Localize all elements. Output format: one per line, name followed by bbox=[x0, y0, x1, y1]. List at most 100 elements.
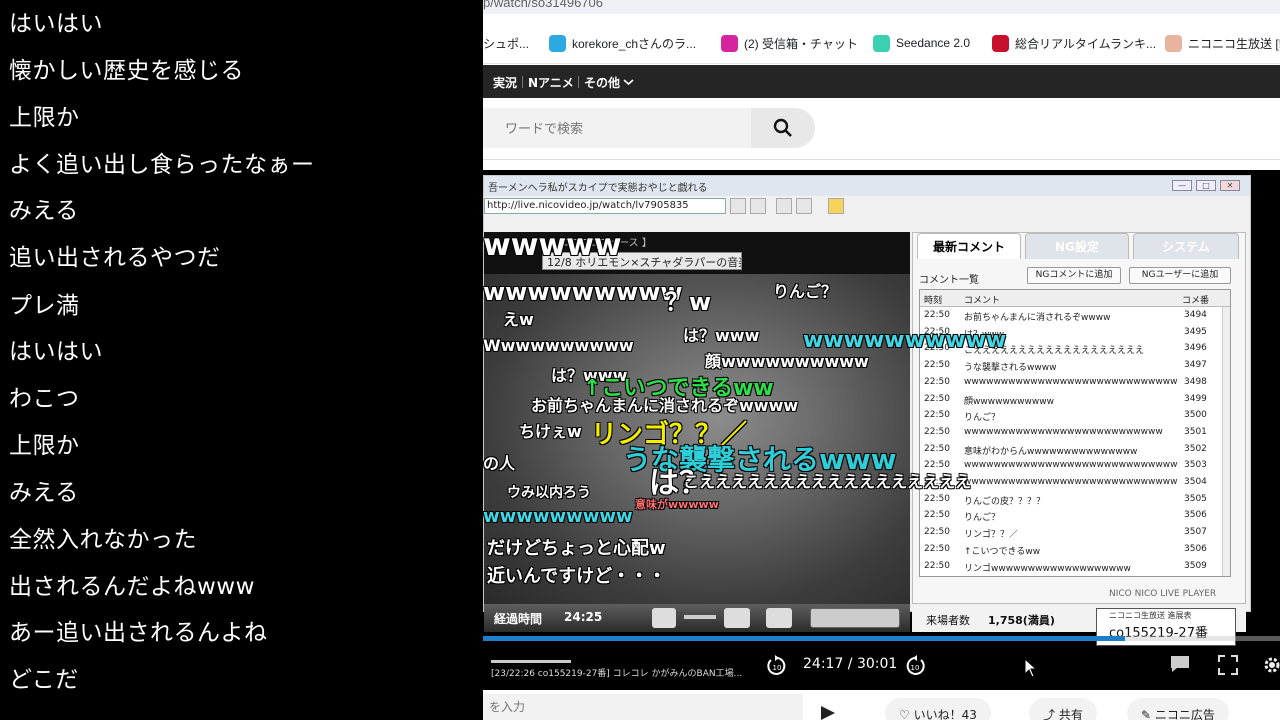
cell-comment: wwwwwwwwwwwwwwwwwwwwwwwwwwwwwwwwww bbox=[964, 376, 1178, 387]
chevron-down-icon[interactable] bbox=[623, 77, 634, 87]
danmaku-comment: 意味がwwwww bbox=[635, 498, 719, 511]
comment-icon[interactable] bbox=[1169, 654, 1191, 674]
address-bar[interactable]: p/watch/so31496706 bbox=[483, 0, 1280, 14]
nav-item-jikkyo[interactable]: 実況 bbox=[493, 74, 517, 91]
cell-num: 3502 bbox=[1184, 443, 1207, 454]
nico-control-bar: 経過時間 24:25 bbox=[484, 604, 910, 632]
danmaku-comment: wwwwwwwww bbox=[483, 278, 683, 306]
svg-text:10: 10 bbox=[911, 664, 920, 672]
ng-user-button: NGユーザーに追加 bbox=[1129, 267, 1231, 284]
danmaku-comment: ？w bbox=[665, 288, 712, 316]
share-label: 共有 bbox=[1058, 708, 1083, 720]
share-icon: ⤴ bbox=[1043, 708, 1056, 720]
danmaku-comment: ウみ以内ろう bbox=[507, 485, 591, 501]
cell-num: 3494 bbox=[1184, 310, 1207, 320]
bottom-bar: ♡ いいね！43 ⤴ 共有 ✎ ニコニ広告 bbox=[483, 690, 1280, 720]
stream-comment: 追い出されるやつだ bbox=[9, 245, 221, 271]
danmaku-comment: だけどちょっと心配w bbox=[487, 538, 666, 559]
cell-comment: リンゴ？？／ bbox=[964, 530, 1019, 541]
browser-window: p/watch/so31496706 シュポ... korekore_chさんのラ… bbox=[483, 0, 1280, 720]
minimize-icon: — bbox=[1172, 180, 1192, 191]
rewind-10-icon[interactable]: 10 bbox=[765, 654, 789, 678]
fullscreen-icon[interactable] bbox=[1217, 654, 1239, 676]
forward-10-icon[interactable]: 10 bbox=[903, 654, 927, 678]
cell-num: 3495 bbox=[1184, 326, 1207, 337]
cell-num: 3505 bbox=[1184, 493, 1207, 504]
table-row: 22:50 お前ちゃんまんに消されるぞwwww 3494 bbox=[920, 308, 1230, 324]
ranking-icon bbox=[992, 34, 1009, 52]
cell-comment: リンゴwwwwwwwwwwwwwwwwwww bbox=[964, 563, 1131, 574]
nav-item-others[interactable]: その他 bbox=[584, 74, 620, 91]
bookmark-item[interactable]: Seedance 2.0 bbox=[873, 34, 970, 52]
viewer-count: 1,758(満員) bbox=[988, 614, 1055, 627]
bookmark-label: シュポ... bbox=[483, 36, 530, 51]
cell-num: 3498 bbox=[1184, 376, 1207, 387]
stream-comment: どこだ bbox=[9, 667, 79, 693]
cell-comment: りんご？ bbox=[964, 413, 1001, 424]
table-row: 22:50 リンゴ？？／ 3507 bbox=[920, 525, 1230, 541]
col-time: 時刻 bbox=[924, 296, 943, 306]
table-row: 22:50 wwwwwwwwwwwwwwwwwwwwwwwwwwwwwwwwww 3… bbox=[920, 375, 1230, 391]
cell-time: 22:50 bbox=[924, 543, 950, 554]
comment-input[interactable] bbox=[483, 694, 803, 720]
cell-num: 3506 bbox=[1184, 543, 1207, 554]
table-row: 22:50 りんご？ 3506 bbox=[920, 508, 1230, 524]
ad-icon: ✎ bbox=[1141, 708, 1152, 720]
window-toggle-icon bbox=[766, 608, 792, 628]
table-row: 22:50 顔wwwwwwwwwww 3499 bbox=[920, 392, 1230, 408]
tab-ng-settings: NG設定 bbox=[1025, 233, 1129, 259]
search-button[interactable] bbox=[751, 108, 815, 148]
cell-time: 22:50 bbox=[924, 310, 950, 320]
bookmark-item[interactable]: (2) 受信箱・チャット bbox=[721, 34, 858, 52]
search-input[interactable] bbox=[483, 108, 751, 148]
cell-comment: うな襲撃されるwwww bbox=[964, 363, 1057, 374]
seek-bar-progress[interactable] bbox=[483, 636, 1125, 641]
danmaku-comment: wwwwwwwwww bbox=[803, 328, 1007, 353]
col-number: コメ番 bbox=[1182, 296, 1210, 306]
danmaku-comment: の人 bbox=[483, 454, 516, 473]
bookmark-label: korekore_chさんのラ... bbox=[572, 36, 697, 51]
nico-ad-button[interactable]: ✎ ニコニ広告 bbox=[1127, 698, 1229, 720]
send-icon[interactable] bbox=[819, 706, 837, 720]
stream-comment: 上限か bbox=[9, 433, 80, 459]
search-icon bbox=[773, 118, 792, 137]
bookmark-item[interactable]: シュポ... bbox=[483, 34, 529, 52]
bookmark-label: (2) 受信箱・チャット bbox=[744, 36, 858, 51]
table-row: 22:50 意味がわからんwwwwwwwwwwwwwww 3502 bbox=[920, 442, 1230, 458]
settings-gear-icon[interactable] bbox=[1261, 654, 1280, 676]
seedance-icon bbox=[873, 34, 890, 52]
share-button[interactable]: ⤴ 共有 bbox=[1029, 698, 1097, 720]
ad-label: ニコニ広告 bbox=[1154, 708, 1215, 720]
cell-comment: 顔wwwwwwwwwww bbox=[964, 396, 1054, 407]
channel-box-title: ニコニコ生放送 進展表 bbox=[1109, 611, 1192, 620]
bookmark-item[interactable]: 総合リアルタイムランキ... bbox=[992, 34, 1156, 52]
korekore-icon bbox=[549, 34, 566, 52]
cell-comment: 意味がわからんwwwwwwwwwwwwwww bbox=[964, 446, 1138, 457]
nav-item-nanime[interactable]: Nアニメ bbox=[528, 74, 574, 91]
stream-comment: わこつ bbox=[9, 386, 80, 412]
instagram-icon bbox=[721, 34, 738, 52]
mouse-cursor-icon bbox=[1024, 658, 1038, 678]
danmaku-comment: えw bbox=[503, 310, 534, 329]
table-row: 22:50 りんごの皮？？？？ 3505 bbox=[920, 492, 1230, 508]
tab-system: システム bbox=[1133, 233, 1239, 259]
feed-icon bbox=[776, 198, 792, 214]
site-nav: 実況 Nアニメ その他 bbox=[483, 65, 1280, 98]
stream-comment: よく追い出し食らったなぁー bbox=[9, 152, 315, 178]
elapsed-label: 経過時間 bbox=[494, 612, 543, 626]
svg-text:10: 10 bbox=[773, 664, 782, 672]
bookmark-item[interactable]: ニコニコ生放送 [! bbox=[1165, 34, 1280, 52]
viewer-count-label: 来場者数 bbox=[926, 614, 970, 627]
cell-time: 22:50 bbox=[924, 527, 950, 538]
stream-comment: みえる bbox=[9, 480, 79, 506]
like-button[interactable]: ♡ いいね！43 bbox=[885, 698, 991, 720]
address-text[interactable]: p/watch/so31496706 bbox=[483, 0, 603, 10]
cell-num: 3504 bbox=[1184, 477, 1207, 487]
video-player[interactable]: 吾ーメンヘラ私がスカイプで実態おやじと戯れる — □ ✕ http://live… bbox=[483, 170, 1280, 690]
cell-comment: りんごの皮？？？？ bbox=[964, 496, 1046, 507]
bookmark-item[interactable]: korekore_chさんのラ... bbox=[549, 34, 696, 52]
danmaku-comment: りんご？ bbox=[773, 282, 838, 301]
refresh-icon bbox=[730, 198, 746, 214]
cell-num: 3503 bbox=[1184, 460, 1207, 471]
table-row: 22:50 りんご？ 3500 bbox=[920, 408, 1230, 424]
